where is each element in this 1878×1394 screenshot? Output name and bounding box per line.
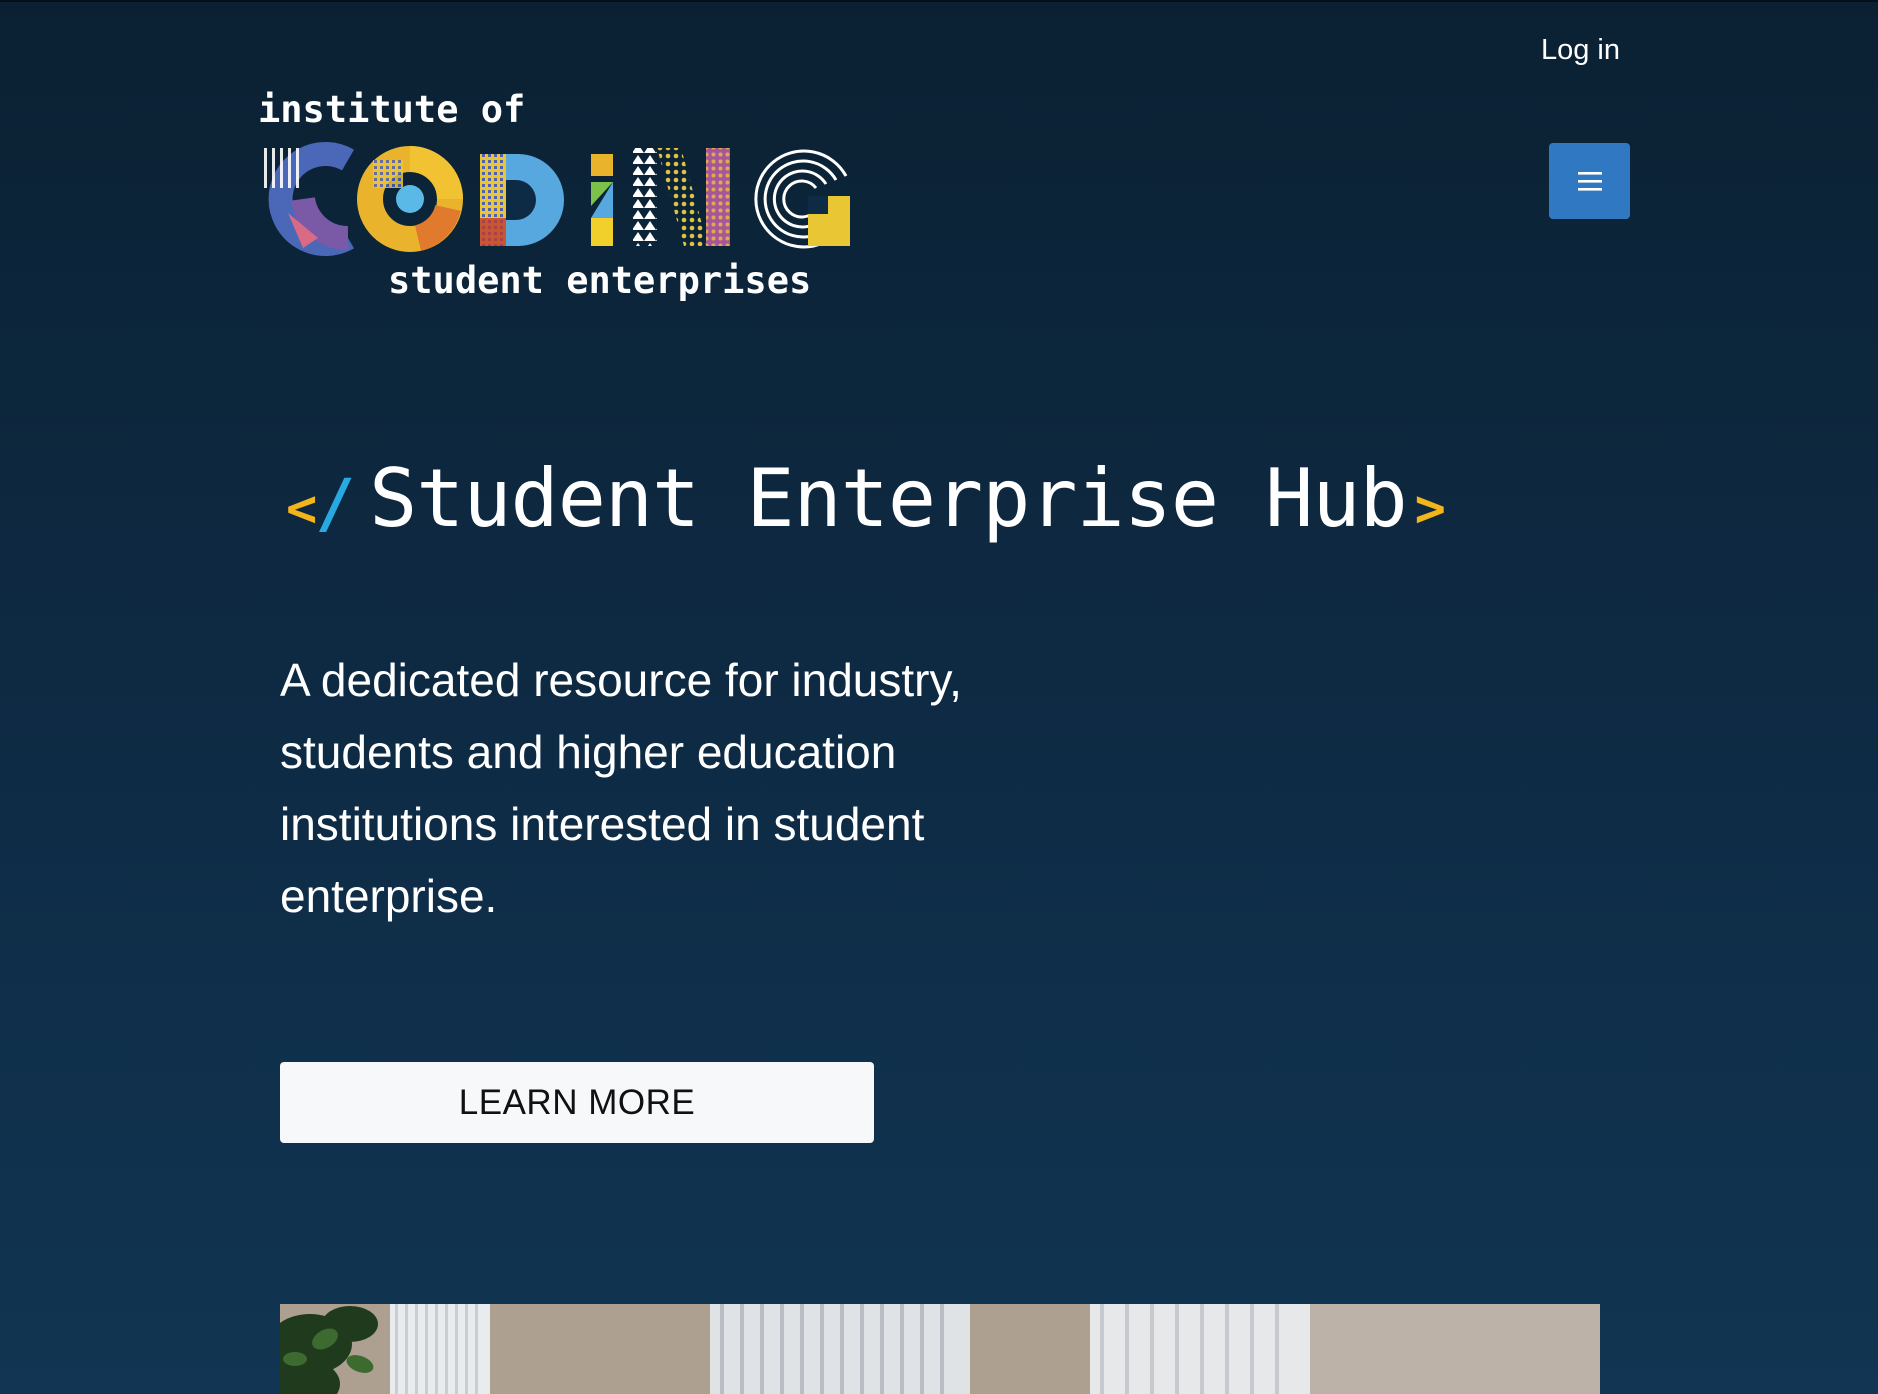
logo-line2: student enterprises <box>388 259 811 302</box>
logo-letter-d <box>480 154 564 246</box>
top-border <box>0 0 1878 2</box>
logo-letter-n <box>633 148 730 246</box>
title-open-bracket: < <box>286 479 318 539</box>
logo-letter-c <box>264 142 354 256</box>
title-slash: / <box>315 465 356 542</box>
logo-letter-g <box>754 149 850 249</box>
hero-photo <box>280 1304 1600 1394</box>
logo-letter-o <box>357 146 463 252</box>
hero-title: < / Student Enterprise Hub > <box>286 452 1446 545</box>
logo-letter-i <box>591 154 613 246</box>
title-close-bracket: > <box>1414 479 1446 539</box>
learn-more-button[interactable]: LEARN MORE <box>280 1062 874 1143</box>
menu-toggle-button[interactable] <box>1549 143 1630 219</box>
institute-of-coding-logo[interactable]: institute of student enterprises <box>248 88 856 308</box>
title-text: Student Enterprise Hub <box>369 452 1408 545</box>
login-link[interactable]: Log in <box>1510 28 1620 72</box>
hamburger-menu-icon <box>1577 172 1602 191</box>
logo-line1: institute of <box>258 88 525 131</box>
hero-tagline: A dedicated resource for industry, stude… <box>280 654 962 922</box>
